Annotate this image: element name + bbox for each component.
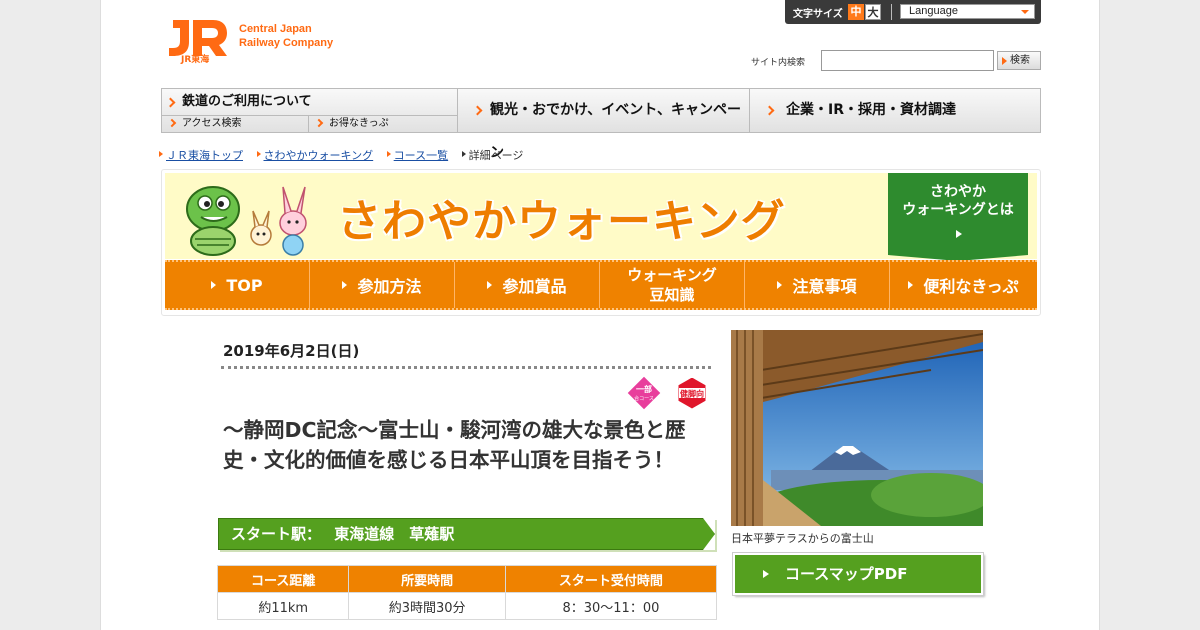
start-station-bar: スタート駅： 東海道線 草薙駅 (218, 518, 715, 550)
language-select-label: Language (909, 5, 958, 17)
gnav-access-search[interactable]: アクセス検索 (162, 116, 309, 132)
header-required-time: 所要時間 (348, 565, 506, 593)
breadcrumb-sawayaka[interactable]: さわやかウォーキング (256, 147, 373, 163)
walking-nav-tips-line2: 豆知識 (649, 286, 695, 304)
difficulty-badge-icon: 健脚向 (677, 376, 707, 410)
search-button-label: 検索 (1010, 55, 1030, 66)
walking-nav-tips[interactable]: ウォーキング 豆知識 (600, 262, 745, 308)
course-distance-value: 約11km (216, 592, 350, 620)
walking-nav-top[interactable]: TOP (165, 262, 310, 308)
about-walking-button[interactable]: さわやか ウォーキングとは (888, 173, 1028, 255)
start-reception-value: 8：30～11：00 (504, 592, 718, 620)
arrow-right-icon (211, 281, 217, 289)
start-station-label: スタート駅： (231, 525, 322, 543)
mascot-characters-image (186, 186, 307, 256)
course-info-table: コース距離 所要時間 スタート受付時間 約11km 約3時間30分 8：30～1… (216, 565, 718, 620)
company-name-en-line2: Railway Company (239, 37, 334, 49)
gnav-railway-use[interactable]: 鉄道のご利用について (162, 89, 458, 116)
chevron-right-icon (165, 97, 176, 108)
start-bar-notch (703, 518, 715, 550)
walking-nav-top-label: TOP (226, 275, 263, 295)
font-size-label: 文字サイズ (793, 9, 843, 20)
walking-nav-how-to-join-label: 参加方法 (357, 277, 422, 296)
difficulty-badge-text: 健脚向 (680, 389, 704, 399)
photo-caption: 日本平夢テラスからの富士山 (731, 532, 874, 545)
walking-nav-tips-label: ウォーキング 豆知識 (627, 265, 717, 305)
course-map-pdf-label: コースマップPDF (785, 565, 908, 583)
walking-nav: TOP 参加方法 参加賞品 ウォーキング 豆知識 注意事項 便利なきっぷ (165, 260, 1037, 310)
chevron-right-icon (314, 118, 324, 128)
about-walking-line2: ウォーキングとは (902, 202, 1014, 218)
gnav-access-search-label: アクセス検索 (182, 118, 242, 129)
arrow-right-icon (777, 281, 783, 289)
table-header-row: コース距離 所要時間 スタート受付時間 (216, 565, 718, 593)
event-date: 2019年6月2日(日) (223, 342, 360, 360)
breadcrumb-current: 詳細ページ (461, 147, 523, 163)
chevron-right-icon (472, 105, 483, 116)
partial-course-badge-subtext: 合コース (634, 395, 654, 402)
gnav-corporate[interactable]: 企業・IR・採用・資材調達 (750, 89, 1040, 132)
site-search-label: サイト内検索 (751, 58, 806, 68)
utility-divider (891, 4, 892, 20)
dotted-divider (221, 366, 711, 369)
gnav-railway-use-label: 鉄道のご利用について (182, 94, 312, 109)
about-walking-line1: さわやか (930, 184, 986, 200)
chevron-right-icon (764, 105, 775, 116)
course-title: ～静岡DC記念～富士山・駿河湾の雄大な景色と歴史・文化的価値を感じる日本平山頂を… (223, 418, 686, 472)
page: JR東海 Central Japan Railway Company 文字サイズ… (100, 0, 1100, 630)
banner-title: さわやかウォーキング (337, 196, 786, 247)
utility-bar: 文字サイズ 中 大 Language (785, 0, 1041, 24)
course-map-pdf-button[interactable]: コースマップPDF (732, 552, 984, 596)
logo-subtext: JR東海 (181, 55, 210, 65)
arrow-right-icon (908, 281, 914, 289)
walking-nav-prizes-label: 参加賞品 (502, 277, 567, 296)
breadcrumb: ＪＲ東海トップ さわやかウォーキング コース一覧 詳細ページ (159, 147, 533, 163)
gnav-bargain-tickets-label: お得なきっぷ (329, 118, 389, 129)
partial-course-badge-text: 一部 (636, 384, 652, 394)
breadcrumb-course-list[interactable]: コース一覧 (386, 147, 448, 163)
header-start-reception: スタート受付時間 (504, 565, 718, 593)
walking-nav-tickets[interactable]: 便利なきっぷ (890, 262, 1037, 308)
search-button[interactable]: 検索 (997, 51, 1041, 70)
site-search-input[interactable] (821, 50, 994, 71)
arrow-right-icon (956, 230, 962, 238)
banner-header: さわやかウォーキング さわやか ウォーキングとは (165, 173, 1037, 261)
arrow-right-icon (763, 570, 769, 578)
walking-nav-prizes[interactable]: 参加賞品 (455, 262, 600, 308)
gnav-corporate-label: 企業・IR・採用・資材調達 (786, 102, 956, 118)
caret-down-icon (1021, 10, 1029, 14)
jr-central-logo[interactable]: JR東海 Central Japan Railway Company (165, 16, 365, 66)
start-station-name: 東海道線 草薙駅 (334, 525, 455, 543)
header-course-distance: コース距離 (216, 565, 350, 593)
arrow-right-icon (342, 281, 348, 289)
mt-fuji-terrace-photo (731, 330, 983, 526)
gnav-bargain-tickets[interactable]: お得なきっぷ (309, 116, 458, 132)
walking-nav-tips-line1: ウォーキング (627, 266, 717, 284)
breadcrumb-jr-top[interactable]: ＪＲ東海トップ (159, 147, 243, 163)
font-size-large-button[interactable]: 大 (865, 4, 881, 20)
walking-nav-tickets-label: 便利なきっぷ (923, 277, 1019, 296)
walking-nav-notes-label: 注意事項 (792, 277, 857, 296)
walking-nav-how-to-join[interactable]: 参加方法 (310, 262, 455, 308)
table-row: 約11km 約3時間30分 8：30～11：00 (216, 592, 718, 620)
required-time-value: 約3時間30分 (348, 592, 506, 620)
chevron-right-icon (167, 118, 177, 128)
gnav-sightseeing[interactable]: 観光・おでかけ、イベント、キャンペーン (458, 89, 750, 161)
walking-nav-notes[interactable]: 注意事項 (745, 262, 890, 308)
arrow-right-icon (487, 281, 493, 289)
partial-course-badge-icon: 一部 合コース (627, 376, 661, 410)
arrow-right-icon (1002, 57, 1007, 65)
language-select[interactable]: Language (900, 4, 1035, 19)
font-size-medium-button[interactable]: 中 (848, 4, 864, 20)
global-nav: 鉄道のご利用について アクセス検索 お得なきっぷ 観光・おでかけ、イベント、キャ… (161, 88, 1041, 161)
company-name-en-line1: Central Japan (239, 23, 312, 35)
walking-banner: さわやかウォーキング さわやか ウォーキングとは TOP 参加方法 参加賞品 ウ… (161, 169, 1041, 316)
company-name-en: Central Japan Railway Company (239, 22, 333, 50)
